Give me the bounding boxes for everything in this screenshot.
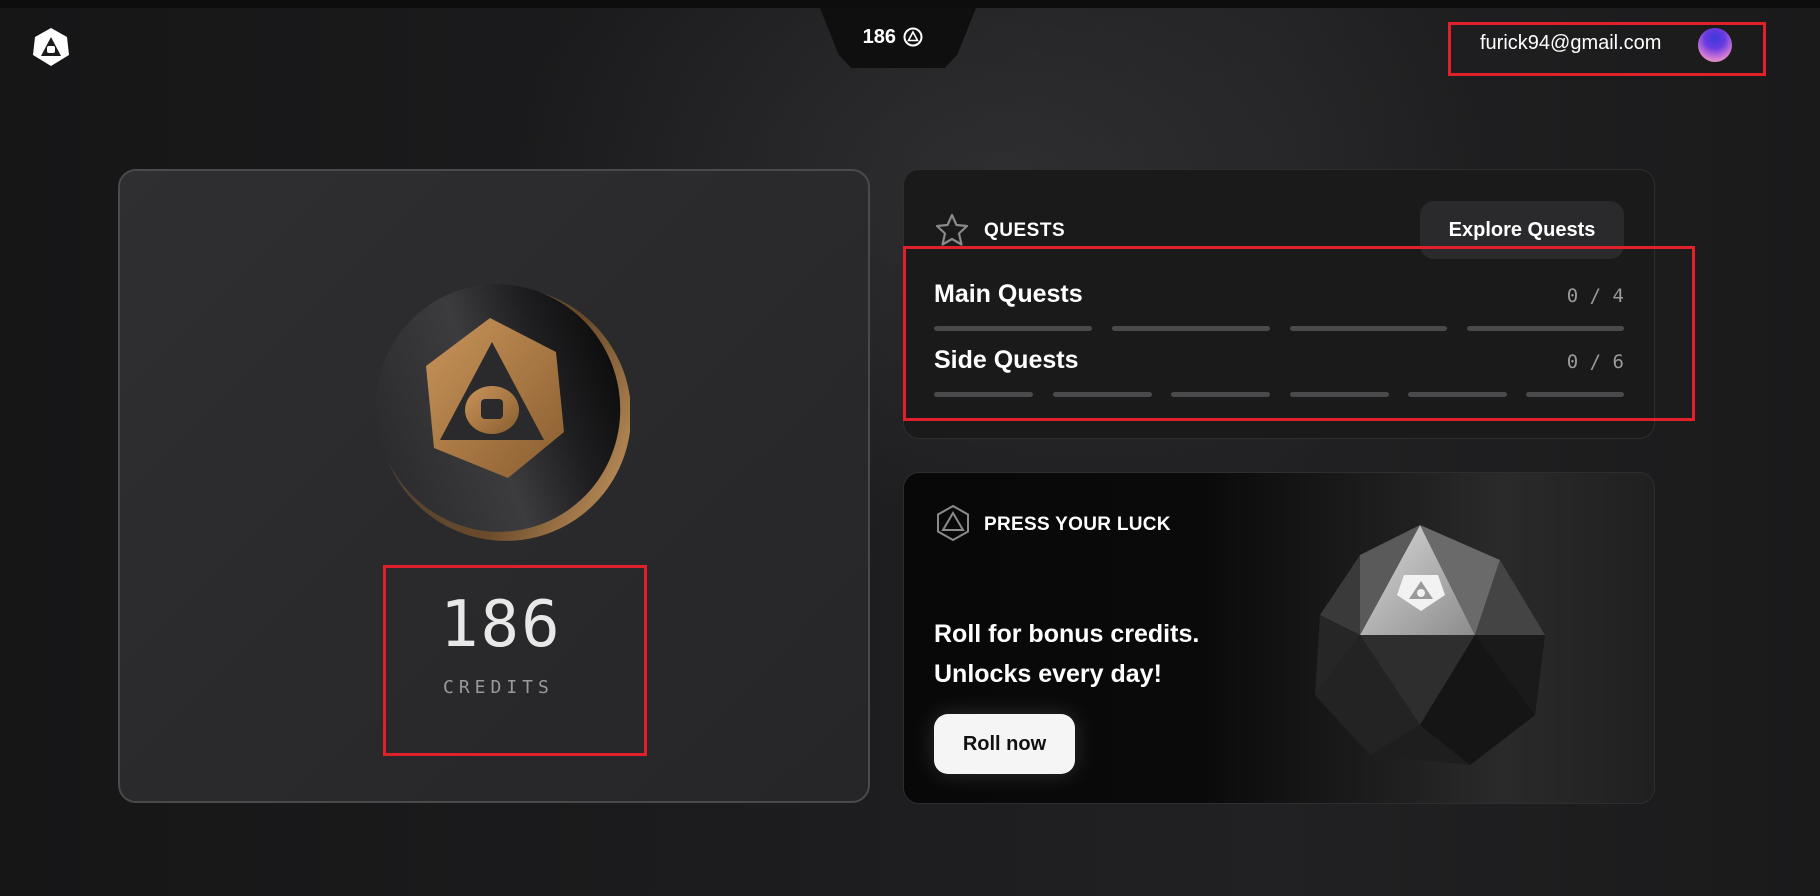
credits-amount: 186 (440, 588, 562, 662)
user-email[interactable]: furick94@gmail.com (1480, 32, 1661, 55)
side-quest-bar-6 (1526, 392, 1624, 397)
side-quest-bar-1 (934, 392, 1033, 397)
brand-logo-icon[interactable] (30, 26, 72, 68)
side-quest-bar-5 (1408, 392, 1507, 397)
main-quests-label: Main Quests (934, 280, 1083, 308)
main-quest-bar-2 (1112, 326, 1270, 331)
roll-now-button[interactable]: Roll now (934, 714, 1075, 774)
coin-icon (375, 284, 630, 541)
main-quest-bar-4 (1467, 326, 1624, 331)
side-quest-bar-4 (1290, 392, 1389, 397)
quests-title: QUESTS (984, 220, 1066, 241)
luck-description-line-2: Unlocks every day! (934, 660, 1162, 688)
window-top-strip (0, 0, 1820, 8)
side-quests-count: 0 / 6 (1566, 351, 1624, 373)
press-your-luck-title: PRESS YOUR LUCK (984, 514, 1171, 535)
credits-label: CREDITS (443, 677, 554, 698)
main-quest-bar-3 (1290, 326, 1447, 331)
credit-coin-icon (903, 27, 923, 47)
credit-balance-tab (820, 8, 976, 68)
d20-outline-icon (937, 504, 969, 542)
side-quest-bar-3 (1171, 392, 1270, 397)
luck-description-line-1: Roll for bonus credits. (934, 620, 1200, 648)
d20-dice-image (1315, 525, 1545, 765)
side-quest-bar-2 (1053, 392, 1152, 397)
credit-balance-value: 186 (862, 26, 896, 48)
star-icon (935, 213, 969, 246)
avatar[interactable] (1698, 28, 1732, 62)
main-quests-count: 0 / 4 (1566, 285, 1624, 307)
main-quest-bar-1 (934, 326, 1092, 331)
side-quests-label: Side Quests (934, 346, 1079, 374)
